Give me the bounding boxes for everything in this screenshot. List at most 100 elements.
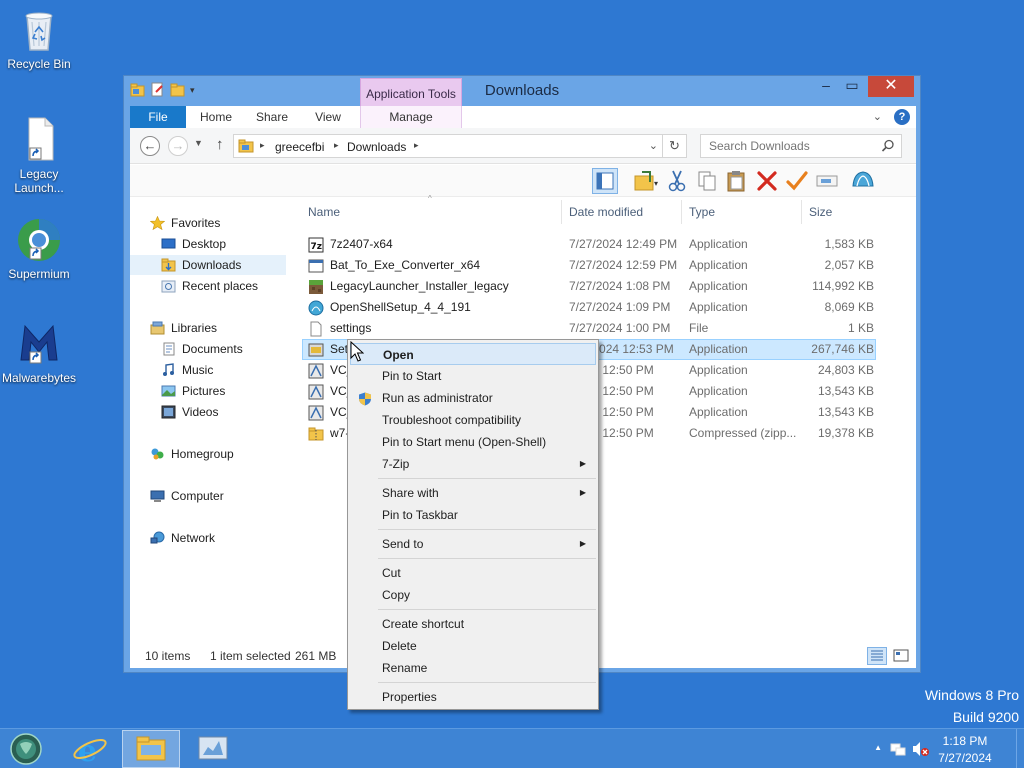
menu-item-rename[interactable]: Rename — [350, 657, 596, 679]
menu-item-pin-openshell[interactable]: Pin to Start menu (Open-Shell) — [350, 431, 596, 453]
menu-item-share-with[interactable]: Share with ▶ — [350, 482, 596, 504]
maximize-button[interactable]: ▭ — [839, 76, 865, 97]
nav-libraries[interactable]: Libraries — [150, 318, 300, 338]
title-bar[interactable]: ▾ Application Tools Downloads – ▭ ✕ — [124, 76, 920, 106]
rename-icon[interactable] — [814, 168, 840, 194]
desktop-icon-malwarebytes[interactable]: Malwarebytes — [0, 320, 78, 385]
column-divider[interactable] — [681, 200, 682, 224]
chevron-down-icon[interactable]: ⌄ — [649, 139, 658, 152]
menu-item-pin-to-start[interactable]: Pin to Start — [350, 365, 596, 387]
file-row[interactable]: settings 7/27/2024 1:00 PM File 1 KB — [302, 318, 876, 339]
nav-recent-places[interactable]: Recent places — [161, 276, 300, 296]
control-panel-taskbar-icon[interactable] — [190, 731, 236, 767]
menu-item-cut[interactable]: Cut — [350, 562, 596, 584]
windows-version-watermark: Windows 8 Pro Build 9200 — [925, 684, 1019, 728]
chevron-right-icon[interactable]: ▸ — [260, 140, 265, 151]
menu-item-delete[interactable]: Delete — [350, 635, 596, 657]
back-button[interactable]: ← — [140, 136, 160, 156]
clock-time[interactable]: 1:18 PM — [934, 734, 996, 748]
desktop-icon-legacy-launcher[interactable]: Legacy Launch... — [0, 116, 78, 195]
menu-item-pin-to-taskbar[interactable]: Pin to Taskbar — [350, 504, 596, 526]
chevron-down-icon[interactable]: ⌄ — [873, 110, 882, 123]
minimize-button[interactable]: – — [813, 76, 839, 97]
clock-date[interactable]: 7/27/2024 — [930, 751, 1000, 765]
column-header-size[interactable]: Size — [809, 202, 832, 222]
cut-icon[interactable] — [664, 168, 690, 194]
file-row[interactable]: LegacyLauncher_Installer_legacy 7/27/202… — [302, 276, 876, 297]
desktop-icon-supermium[interactable]: Supermium — [0, 216, 78, 281]
nav-music[interactable]: Music — [161, 360, 300, 380]
menu-item-send-to[interactable]: Send to ▶ — [350, 533, 596, 555]
search-box[interactable] — [700, 134, 902, 158]
search-input[interactable] — [701, 135, 877, 157]
menu-item-troubleshoot[interactable]: Troubleshoot compatibility — [350, 409, 596, 431]
address-bar[interactable]: ▸ greecefbi ▸ Downloads ▸ ⌄ — [233, 134, 663, 158]
forward-button[interactable]: → — [168, 136, 188, 156]
tab-file[interactable]: File — [130, 106, 186, 128]
file-size: 19,378 KB — [817, 426, 874, 440]
network-status-icon[interactable] — [890, 741, 906, 757]
nav-network[interactable]: Network — [150, 528, 300, 548]
nav-downloads[interactable]: Downloads — [130, 255, 286, 275]
file-type: Application — [689, 279, 748, 293]
menu-item-run-as-admin[interactable]: Run as administrator — [350, 387, 596, 409]
new-folder-icon[interactable] — [170, 82, 185, 98]
paste-icon[interactable] — [724, 168, 750, 194]
file-row[interactable]: OpenShellSetup_4_4_191 7/27/2024 1:09 PM… — [302, 297, 876, 318]
tab-manage[interactable]: Manage — [360, 106, 462, 128]
nav-computer[interactable]: Computer — [150, 486, 300, 506]
show-hidden-icons-icon[interactable]: ▲ — [874, 743, 882, 752]
checkmark-icon[interactable] — [784, 168, 810, 194]
nav-videos[interactable]: Videos — [161, 402, 300, 422]
nav-desktop[interactable]: Desktop — [161, 234, 300, 254]
up-button[interactable]: ↑ — [216, 136, 224, 153]
file-explorer-taskbar-icon[interactable] — [122, 730, 180, 768]
search-icon[interactable] — [881, 139, 895, 153]
column-header-date[interactable]: Date modified — [569, 202, 643, 222]
menu-item-open[interactable]: Open — [350, 343, 596, 365]
volume-muted-icon[interactable] — [912, 741, 930, 757]
nav-pictures[interactable]: Pictures — [161, 381, 300, 401]
menu-item-create-shortcut[interactable]: Create shortcut — [350, 613, 596, 635]
column-divider[interactable] — [801, 200, 802, 224]
customize-qat-icon[interactable]: ▾ — [190, 82, 205, 98]
nav-homegroup[interactable]: Homegroup — [150, 444, 300, 464]
breadcrumb-segment[interactable]: greecefbi — [275, 140, 324, 154]
help-icon[interactable]: ? — [894, 109, 910, 125]
internet-explorer-icon[interactable]: e — [70, 731, 110, 768]
chevron-right-icon[interactable]: ▸ — [414, 140, 419, 151]
show-desktop-button[interactable] — [1016, 729, 1024, 768]
folder-icon[interactable] — [130, 82, 145, 98]
tab-view[interactable]: View — [302, 106, 354, 128]
menu-item-7zip[interactable]: 7-Zip ▶ — [350, 453, 596, 475]
nav-documents[interactable]: Documents — [161, 339, 300, 359]
recent-locations-button[interactable]: ▼ — [194, 138, 203, 148]
start-button-icon[interactable] — [8, 732, 44, 766]
column-header-name[interactable]: Name — [308, 202, 340, 222]
tab-home[interactable]: Home — [190, 106, 242, 128]
copy-icon[interactable] — [694, 168, 720, 194]
properties-icon[interactable] — [150, 82, 165, 98]
large-icons-view-icon[interactable] — [891, 647, 911, 665]
openshell-icon — [308, 300, 324, 316]
close-button[interactable]: ✕ — [868, 76, 914, 97]
desktop-icon-recycle-bin[interactable]: Recycle Bin — [0, 6, 78, 71]
nav-favorites[interactable]: Favorites — [149, 213, 300, 233]
tab-share[interactable]: Share — [246, 106, 298, 128]
menu-item-copy[interactable]: Copy — [350, 584, 596, 606]
column-header-type[interactable]: Type — [689, 202, 715, 222]
breadcrumb-segment[interactable]: Downloads — [347, 140, 406, 154]
navigation-pane: Favorites Desktop Downloads Recent place… — [130, 198, 302, 643]
refresh-button[interactable]: ↻ — [663, 134, 687, 158]
classic-toolbar: ▾ — [130, 165, 916, 197]
openshell-icon[interactable] — [850, 168, 876, 194]
column-divider[interactable] — [561, 200, 562, 224]
layout-icon[interactable] — [592, 168, 618, 194]
folder-options-icon[interactable]: ▾ — [632, 168, 658, 194]
file-row[interactable]: Bat_To_Exe_Converter_x64 7/27/2024 12:59… — [302, 255, 876, 276]
menu-item-properties[interactable]: Properties — [350, 686, 596, 708]
delete-icon[interactable] — [754, 168, 780, 194]
chevron-right-icon[interactable]: ▸ — [334, 140, 339, 151]
details-view-icon[interactable] — [867, 647, 887, 665]
file-row[interactable]: 7z 7z2407-x64 7/27/2024 12:49 PM Applica… — [302, 234, 876, 255]
